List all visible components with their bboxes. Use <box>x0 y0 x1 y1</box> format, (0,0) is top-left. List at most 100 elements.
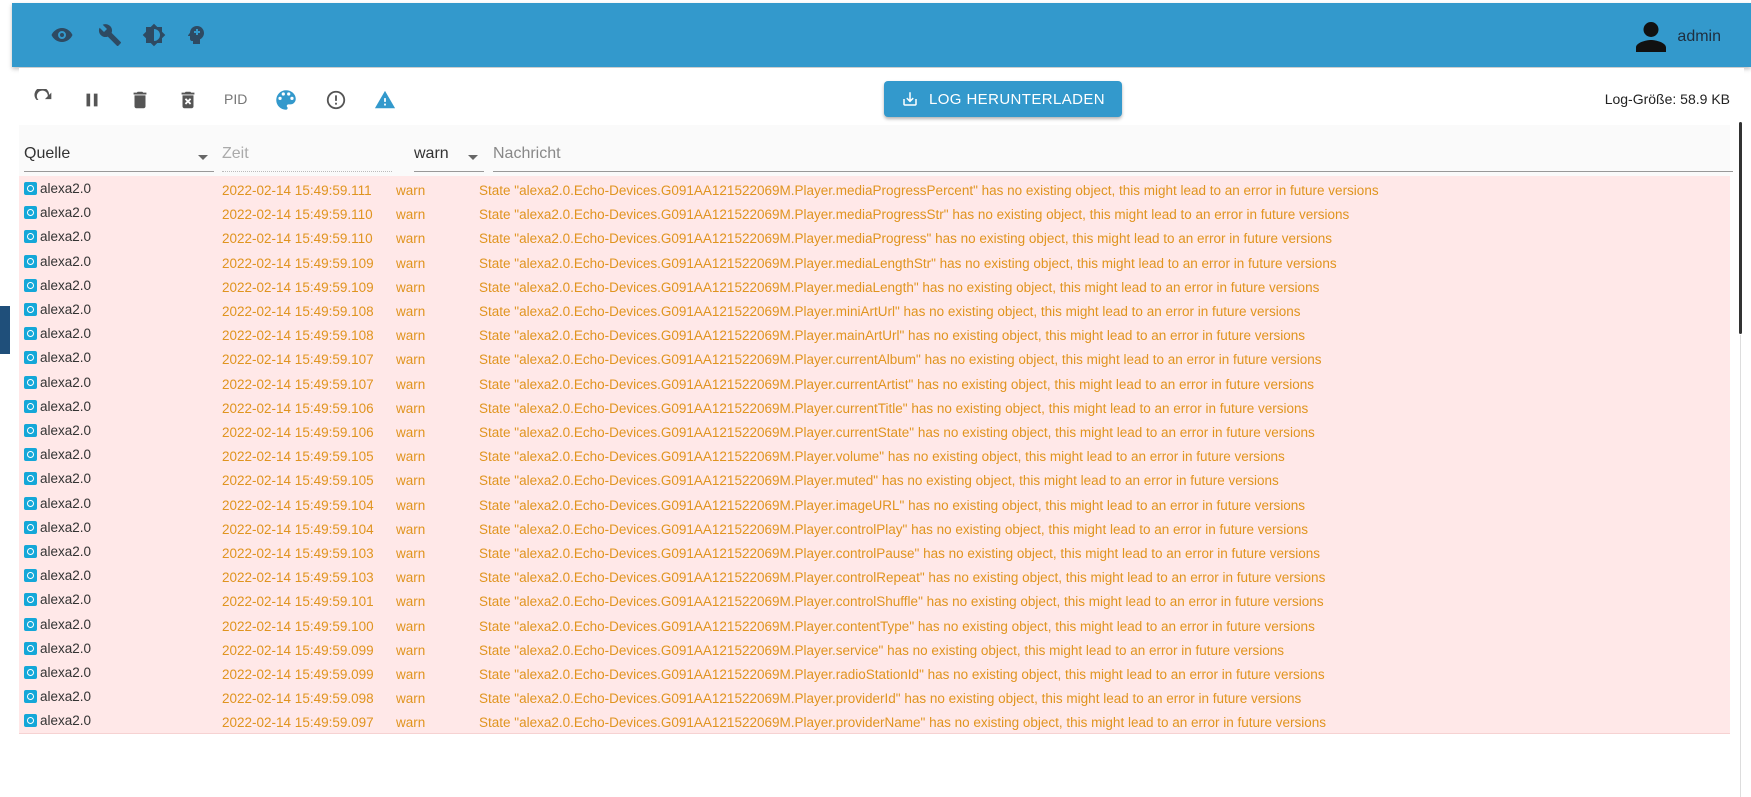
log-level: warn <box>396 546 426 561</box>
log-message: State "alexa2.0.Echo-Devices.G091AA12152… <box>479 570 1326 586</box>
log-message: State "alexa2.0.Echo-Devices.G091AA12152… <box>479 521 1309 537</box>
scrollbar-thumb[interactable] <box>1739 122 1742 334</box>
warning-filter-icon[interactable] <box>370 85 400 115</box>
brightness-icon[interactable] <box>140 21 168 49</box>
log-message: State "alexa2.0.Echo-Devices.G091AA12152… <box>479 497 1306 513</box>
table-row[interactable]: alexa2.0 2022-02-14 15:49:59.108 warn State… <box>19 297 1730 323</box>
adapter-icon <box>24 375 37 389</box>
error-filter-icon[interactable] <box>321 85 351 115</box>
table-row[interactable]: alexa2.0 2022-02-14 15:49:59.109 warn State… <box>19 272 1730 299</box>
log-time: 2022-02-14 15:49:59.104 <box>222 497 374 513</box>
account-icon <box>1636 22 1667 52</box>
message-filter-input[interactable]: Nachricht <box>493 145 1733 172</box>
log-source-label: alexa2.0 <box>40 326 92 342</box>
table-row[interactable]: alexa2.0 2022-02-14 15:49:59.104 warn State… <box>19 490 1730 517</box>
pause-icon[interactable] <box>77 85 107 115</box>
log-source-label: alexa2.0 <box>40 519 92 535</box>
log-time: 2022-02-14 15:49:59.103 <box>222 546 374 561</box>
table-row[interactable]: alexa2.0 2022-02-14 15:49:59.101 warn State… <box>19 587 1730 614</box>
log-source: alexa2.0 <box>24 229 91 244</box>
table-row[interactable]: alexa2.0 2022-02-14 15:49:59.110 warn State… <box>19 200 1730 227</box>
table-row[interactable]: alexa2.0 2022-02-14 15:49:59.106 warn State… <box>19 418 1730 444</box>
delete-icon[interactable] <box>125 85 155 115</box>
user-menu[interactable]: admin <box>1633 19 1721 55</box>
log-source: alexa2.0 <box>24 205 91 220</box>
log-source: alexa2.0 <box>24 471 91 486</box>
adapter-icon <box>24 303 37 316</box>
log-time: 2022-02-14 15:49:59.097 <box>222 715 374 731</box>
log-source-label: alexa2.0 <box>40 713 92 729</box>
adapter-icon <box>24 448 37 462</box>
adapter-icon <box>24 424 37 437</box>
scrollbar-track[interactable] <box>1740 335 1741 797</box>
log-source-label: alexa2.0 <box>40 592 92 608</box>
log-level: warn <box>396 691 426 707</box>
refresh-icon[interactable] <box>29 85 59 115</box>
log-time: 2022-02-14 15:49:59.106 <box>222 425 374 440</box>
log-level: warn <box>396 425 426 440</box>
log-source-label: alexa2.0 <box>40 398 92 414</box>
table-row[interactable]: alexa2.0 2022-02-14 15:49:59.108 warn State… <box>19 321 1730 348</box>
table-row[interactable]: alexa2.0 2022-02-14 15:49:59.099 warn State… <box>19 660 1730 686</box>
table-row[interactable]: alexa2.0 2022-02-14 15:49:59.103 warn State… <box>19 563 1730 590</box>
log-source-label: alexa2.0 <box>40 205 92 221</box>
wrench-icon[interactable] <box>96 21 124 49</box>
log-level: warn <box>396 231 426 247</box>
table-row[interactable]: alexa2.0 2022-02-14 15:49:59.097 warn State… <box>19 708 1730 735</box>
table-row[interactable]: alexa2.0 2022-02-14 15:49:59.100 warn State… <box>19 611 1730 638</box>
time-filter-input[interactable]: Zeit <box>222 145 392 172</box>
table-row[interactable]: alexa2.0 2022-02-14 15:49:59.107 warn State… <box>19 345 1730 372</box>
table-row[interactable]: alexa2.0 2022-02-14 15:49:59.104 warn State… <box>19 514 1730 541</box>
table-row[interactable]: alexa2.0 2022-02-14 15:49:59.110 warn State… <box>19 224 1730 251</box>
table-row[interactable]: alexa2.0 2022-02-14 15:49:59.105 warn State… <box>19 442 1730 469</box>
chevron-down-icon <box>468 155 478 160</box>
log-source-label: alexa2.0 <box>40 640 92 656</box>
table-row[interactable]: alexa2.0 2022-02-14 15:49:59.107 warn State… <box>19 369 1730 396</box>
log-source: alexa2.0 <box>24 254 91 269</box>
log-source-label: alexa2.0 <box>40 374 92 390</box>
delete-forever-icon[interactable] <box>173 85 203 115</box>
log-message: State "alexa2.0.Echo-Devices.G091AA12152… <box>479 231 1333 247</box>
log-message: State "alexa2.0.Echo-Devices.G091AA12152… <box>479 304 1301 319</box>
log-source: alexa2.0 <box>24 326 91 341</box>
source-filter-select[interactable]: Quelle <box>24 145 214 172</box>
level-filter-value: warn <box>414 145 449 162</box>
log-level: warn <box>396 352 426 368</box>
log-message: State "alexa2.0.Echo-Devices.G091AA12152… <box>479 255 1337 271</box>
table-row[interactable]: alexa2.0 2022-02-14 15:49:59.098 warn State… <box>19 684 1730 711</box>
table-row[interactable]: alexa2.0 2022-02-14 15:49:59.109 warn State… <box>19 248 1730 275</box>
log-message: State "alexa2.0.Echo-Devices.G091AA12152… <box>479 546 1321 561</box>
log-message: State "alexa2.0.Echo-Devices.G091AA12152… <box>479 667 1325 682</box>
left-sidebar-edge <box>0 306 10 354</box>
adapter-icon <box>24 230 37 244</box>
log-level: warn <box>396 183 426 198</box>
log-time: 2022-02-14 15:49:59.108 <box>222 304 374 319</box>
log-source: alexa2.0 <box>24 520 91 535</box>
log-source: alexa2.0 <box>24 689 91 704</box>
level-filter-select[interactable]: warn <box>414 145 484 172</box>
pid-toggle[interactable]: PID <box>224 91 247 107</box>
log-level: warn <box>396 255 426 271</box>
log-size: Log-Größe: 58.9 KB <box>1604 91 1730 107</box>
log-source-label: alexa2.0 <box>40 277 92 293</box>
palette-icon[interactable] <box>271 85 301 115</box>
download-log-button[interactable]: LOG HERUNTERLADEN <box>884 81 1122 117</box>
log-time: 2022-02-14 15:49:59.105 <box>222 449 374 465</box>
log-level: warn <box>396 618 426 634</box>
log-message: State "alexa2.0.Echo-Devices.G091AA12152… <box>479 618 1315 634</box>
log-time: 2022-02-14 15:49:59.107 <box>222 376 374 392</box>
table-row[interactable]: alexa2.0 2022-02-14 15:49:59.099 warn State… <box>19 635 1730 662</box>
table-row[interactable]: alexa2.0 2022-02-14 15:49:59.103 warn State… <box>19 539 1730 565</box>
table-row[interactable]: alexa2.0 2022-02-14 15:49:59.106 warn State… <box>19 393 1730 420</box>
download-log-label: LOG HERUNTERLADEN <box>929 90 1105 108</box>
adapter-icon <box>24 182 37 195</box>
table-row[interactable]: alexa2.0 2022-02-14 15:49:59.105 warn State… <box>19 466 1730 493</box>
expert-mode-icon[interactable] <box>182 21 210 49</box>
log-source-label: alexa2.0 <box>40 350 92 366</box>
log-time: 2022-02-14 15:49:59.098 <box>222 691 374 707</box>
adapter-icon <box>24 666 37 679</box>
adapter-icon <box>24 254 37 268</box>
table-row[interactable]: alexa2.0 2022-02-14 15:49:59.111 warn State… <box>19 176 1730 202</box>
eye-icon[interactable] <box>48 21 76 49</box>
log-source: alexa2.0 <box>24 544 91 559</box>
